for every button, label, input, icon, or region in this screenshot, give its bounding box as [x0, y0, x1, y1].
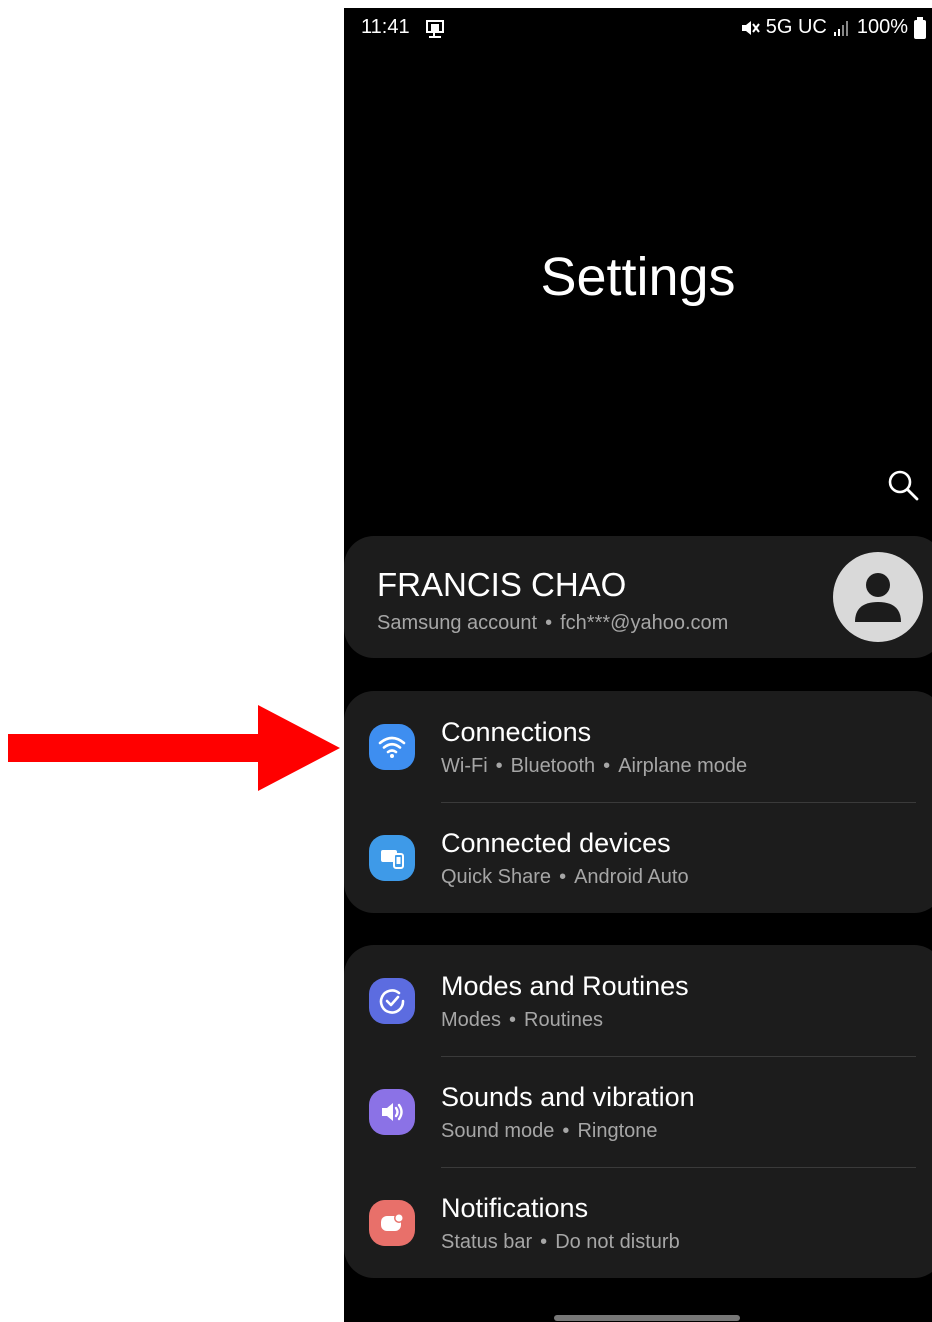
settings-group-connections: Connections Wi-Fi • Bluetooth • Airplane mod…	[344, 691, 932, 913]
phone-screen: 11:41 5G UC 100% Settings FRANCIS CHAO S…	[344, 8, 932, 1322]
account-name: FRANCIS CHAO	[377, 566, 627, 603]
item-title: Modes and Routines	[441, 971, 689, 1001]
subtitle-part: Android Auto	[574, 866, 689, 888]
settings-item-notifications[interactable]: Notifications Status bar • Do not disturb	[344, 1167, 932, 1278]
person-avatar-icon[interactable]	[833, 552, 923, 642]
subtitle-part: Routines	[524, 1009, 603, 1031]
settings-item-connected-devices[interactable]: Connected devices Quick Share • Android Au…	[344, 802, 932, 913]
subtitle-part: Sound mode	[441, 1120, 555, 1142]
notifications-icon	[369, 1200, 415, 1246]
subtitle-part: Wi-Fi	[441, 755, 488, 777]
screenshot-stage: 11:41 5G UC 100% Settings FRANCIS CHAO S…	[0, 0, 932, 1322]
search-icon[interactable]	[886, 468, 920, 502]
mute-icon	[741, 20, 760, 35]
network-type: 5G UC	[765, 16, 827, 38]
account-subtitle: Samsung account • fch***@yahoo.com	[377, 612, 729, 634]
connected-devices-icon	[369, 835, 415, 881]
status-time: 11:41	[361, 16, 410, 38]
subtitle-part: Ringtone	[577, 1120, 658, 1142]
subtitle-part: Airplane mode	[618, 755, 748, 777]
subtitle-part: Do not disturb	[555, 1231, 680, 1253]
settings-item-connections[interactable]: Connections Wi-Fi • Bluetooth • Airplane mod…	[344, 691, 932, 802]
red-arrow-annotation	[8, 705, 340, 791]
status-indicators: 5G UC 100%	[740, 16, 926, 39]
signal-icon	[833, 20, 848, 36]
screen-cast-icon	[426, 20, 444, 38]
item-subtitle: Modes • Routines	[441, 1009, 603, 1031]
item-subtitle: Sound mode • Ringtone	[441, 1120, 658, 1142]
modes-routines-icon	[369, 978, 415, 1024]
status-bar: 11:41 5G UC 100%	[344, 8, 932, 48]
page-title: Settings	[540, 247, 736, 307]
item-title: Connected devices	[441, 828, 671, 858]
home-indicator[interactable]	[554, 1315, 740, 1321]
settings-item-modes-routines[interactable]: Modes and Routines Modes • Routines	[344, 945, 932, 1056]
item-subtitle: Status bar • Do not disturb	[441, 1231, 680, 1253]
account-email: fch***@yahoo.com	[560, 612, 729, 634]
settings-item-sounds-vibration[interactable]: Sounds and vibration Sound mode • Ringtone	[344, 1056, 932, 1167]
subtitle-part: Quick Share	[441, 866, 552, 888]
item-subtitle: Wi-Fi • Bluetooth • Airplane mode	[441, 755, 748, 777]
item-title: Connections	[441, 717, 592, 747]
battery-percent: 100%	[856, 16, 908, 38]
account-type: Samsung account	[377, 612, 538, 634]
item-title: Notifications	[441, 1193, 589, 1223]
subtitle-part: Status bar	[441, 1231, 533, 1253]
samsung-account-card[interactable]: FRANCIS CHAO Samsung account • fch***@yaho…	[344, 536, 932, 658]
item-subtitle: Quick Share • Android Auto	[441, 866, 689, 888]
wifi-icon	[369, 724, 415, 770]
battery-icon	[914, 16, 926, 39]
subtitle-part: Bluetooth	[510, 755, 596, 777]
speaker-icon	[369, 1089, 415, 1135]
item-title: Sounds and vibration	[441, 1082, 695, 1112]
subtitle-part: Modes	[441, 1009, 502, 1031]
settings-group-modes: Modes and Routines Modes • Routines Sounds…	[344, 945, 932, 1278]
